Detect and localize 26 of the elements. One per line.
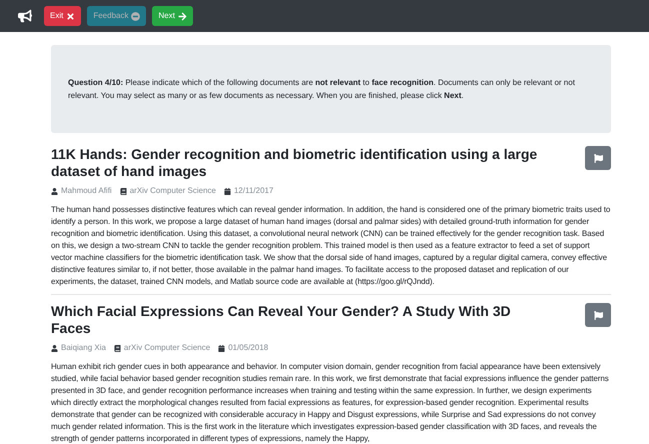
document-title: 11K Hands: Gender recognition and biometric identification using a large dataset of hand images	[51, 146, 538, 180]
flag-button[interactable]	[585, 146, 611, 170]
book-icon	[114, 344, 121, 352]
flag-button[interactable]	[585, 303, 611, 327]
publish-date: 12/11/2017	[234, 185, 274, 197]
exit-button[interactable]: Exit	[44, 6, 82, 26]
person-icon	[51, 344, 58, 352]
publish-date: 01/05/2018	[228, 342, 268, 354]
next-button[interactable]: Next	[152, 6, 193, 26]
abstract-text: The human hand possesses distinctive features which can reveal gender information. In addition, the hand is considered one of the primary biometric traits used to identify a person. In this work, we propose a large dataset of human hand images (dorsal and palmar sides) with detailed ground-truth information for gender recognition and biometric identification. Using this dataset, a convolutional neural network (CNN) can be trained effectively for the gender recognition task. Based on this, we design a two-stream CNN to tackle the gender recognition problem. This trained model is then used as a feature extractor to feed a set of support vector machine classifiers for the biometric identification task. We show that the dorsal side of hand images, captured by a regular digital camera, convey effective distinctive features similar to, if not better, those available in the palmar hand images. To facilitate access to the proposed dataset and replication of our experiments, the dataset, trained CNN models, and Matlab source code are available at (https://goo.gl/rQJndd).	[51, 204, 611, 288]
question-text: Question 4/10: Please indicate which of the following documents are not relevant to face recognition. Documents can only be relevant or not relevant. You may select as many or as few documents as necessary. When you are finished, please click Next.	[68, 77, 576, 102]
book-icon	[120, 188, 127, 194]
calendar-icon	[218, 344, 226, 352]
document-title: Which Facial Expressions Can Reveal Your Gender? A Study With 3D Faces	[51, 303, 512, 337]
close-icon	[66, 12, 76, 20]
source-name: arXiv Computer Science	[130, 185, 216, 197]
author-name: Baiqiang Xia	[61, 342, 106, 354]
source-name: arXiv Computer Science	[124, 342, 210, 354]
megaphone-icon	[18, 9, 32, 23]
person-icon	[51, 188, 58, 194]
author-name: Mahmoud Afifi	[61, 185, 112, 197]
flag-icon	[594, 154, 602, 162]
flag-icon	[594, 310, 602, 320]
calendar-icon	[224, 188, 231, 194]
abstract-text: Human exhibit rich gender cues in both appearance and behavior. In computer vision domain, gender recognition from facial appearance have been extensively studied, while facial behavior based gender recognition studies remain rare. In this work, we first demonstrate that facial expressions influence the gender patterns presented in 3D face, and gender recognition performance increases when training and testing within the same expression. In further, we design experiments which directly extract the morphological changes resulted from facial expressions as features, for expression-based gender recognition. Experimental results demonstrate that gender can be recognized with considerable accuracy in Happy and Disgust expressions, while Surprise and Sad expressions do not convey much gender related information. This is the first work in the literature which investigates expression-based gender classification with 3D faces, and reveals the strength of gender patterns incorporated in different types of expressions, namely the Happy,	[51, 361, 610, 444]
arrow-right-icon	[178, 12, 187, 20]
